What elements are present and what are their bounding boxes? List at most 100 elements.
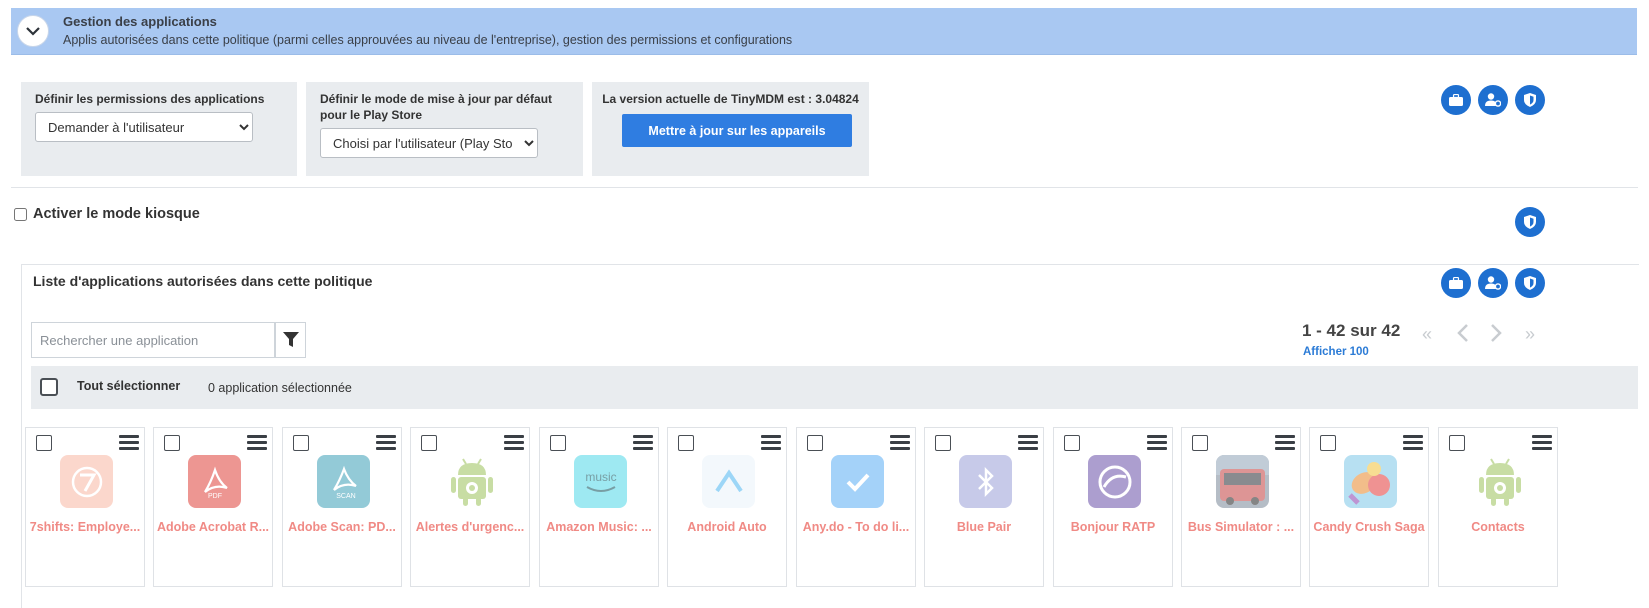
selected-count: 0 application sélectionnée — [208, 381, 352, 395]
hamburger-menu-icon[interactable] — [1147, 435, 1167, 451]
app-name: Candy Crush Saga — [1313, 520, 1425, 534]
kiosk-mode-checkbox[interactable] — [14, 207, 27, 221]
app-name: Android Auto — [687, 520, 767, 534]
collapse-button[interactable] — [17, 15, 49, 47]
app-card-bus-simulator[interactable]: Bus Simulator : ... — [1181, 427, 1301, 587]
app-card-android-auto[interactable]: Android Auto — [667, 427, 787, 587]
hamburger-menu-icon[interactable] — [504, 435, 524, 451]
app-card-adobe-acrobat[interactable]: PDF Adobe Acrobat R... — [153, 427, 273, 587]
app-name: Bus Simulator : ... — [1187, 520, 1295, 534]
anydo-icon — [831, 455, 884, 508]
show-100-link[interactable]: Afficher 100 — [1303, 346, 1369, 358]
app-checkbox[interactable] — [935, 435, 951, 451]
chevron-down-icon — [26, 26, 40, 36]
hamburger-menu-icon[interactable] — [1275, 435, 1295, 451]
app-checkbox[interactable] — [1064, 435, 1080, 451]
hamburger-menu-icon[interactable] — [761, 435, 781, 451]
user-cog-icon — [1485, 276, 1501, 290]
app-name: Contacts — [1471, 520, 1525, 534]
app-card-candy-crush[interactable]: Candy Crush Saga — [1309, 427, 1429, 587]
hamburger-menu-icon[interactable] — [890, 435, 910, 451]
app-name: Bonjour RATP — [1070, 520, 1156, 534]
pagination-range: 1 - 42 sur 42 — [1302, 321, 1401, 340]
first-page-icon[interactable]: « — [1422, 324, 1432, 345]
app-card-alertes[interactable]: Alertes d'urgenc... — [410, 427, 530, 587]
hamburger-menu-icon[interactable] — [247, 435, 267, 451]
app-name: Adobe Acrobat R... — [156, 520, 270, 534]
briefcase-icon — [1449, 94, 1463, 106]
hamburger-menu-icon[interactable] — [633, 435, 653, 451]
app-card-bonjour-ratp[interactable]: Bonjour RATP — [1053, 427, 1173, 587]
svg-text:music: music — [585, 470, 616, 484]
hamburger-menu-icon[interactable] — [376, 435, 396, 451]
selection-bar: Tout sélectionner 0 application sélectio… — [31, 366, 1638, 409]
app-checkbox[interactable] — [807, 435, 823, 451]
hamburger-menu-icon[interactable] — [119, 435, 139, 451]
android-icon — [1473, 455, 1526, 508]
amazon-music-icon: music — [574, 455, 627, 508]
briefcase-icon — [1449, 277, 1463, 289]
prev-page-icon[interactable] — [1457, 324, 1469, 347]
section-title: Gestion des applications — [63, 14, 217, 29]
app-checkbox[interactable] — [678, 435, 694, 451]
android-icon — [445, 455, 498, 508]
kiosk-mode-label: Activer le mode kiosque — [33, 206, 200, 222]
kiosk-security-button[interactable] — [1515, 207, 1545, 237]
app-card-blue-pair[interactable]: Blue Pair — [924, 427, 1044, 587]
app-checkbox[interactable] — [1320, 435, 1336, 451]
hamburger-menu-icon[interactable] — [1403, 435, 1423, 451]
svg-text:PDF: PDF — [208, 493, 222, 500]
app-card-contacts[interactable]: Contacts — [1438, 427, 1558, 587]
list-security-button[interactable] — [1515, 268, 1545, 298]
app-name: Alertes d'urgenc... — [415, 520, 525, 534]
next-page-icon[interactable] — [1490, 324, 1502, 347]
update-devices-button[interactable]: Mettre à jour sur les appareils — [622, 114, 852, 147]
shield-icon — [1524, 93, 1536, 107]
last-page-icon[interactable]: » — [1525, 324, 1535, 345]
bus-simulator-icon — [1216, 455, 1269, 508]
list-work-profile-button[interactable] — [1441, 268, 1471, 298]
work-profile-button[interactable] — [1441, 85, 1471, 115]
kiosk-mode-toggle[interactable]: Activer le mode kiosque — [14, 206, 200, 222]
candy-crush-icon — [1344, 455, 1397, 508]
bluetooth-icon — [959, 455, 1012, 508]
ratp-icon — [1088, 455, 1141, 508]
shield-icon — [1524, 276, 1536, 290]
app-card-adobe-scan[interactable]: SCAN Adobe Scan: PD... — [282, 427, 402, 587]
hamburger-menu-icon[interactable] — [1018, 435, 1038, 451]
hamburger-menu-icon[interactable] — [1532, 435, 1552, 451]
search-input[interactable] — [31, 322, 275, 358]
app-card-amazon-music[interactable]: music Amazon Music: ... — [539, 427, 659, 587]
app-card-anydo[interactable]: Any.do - To do li... — [796, 427, 916, 587]
section-header: Gestion des applications Applis autorisé… — [11, 8, 1637, 55]
security-button[interactable] — [1515, 85, 1545, 115]
app-checkbox[interactable] — [293, 435, 309, 451]
app-name: Blue Pair — [956, 520, 1012, 534]
app-checkbox[interactable] — [421, 435, 437, 451]
app-checkbox[interactable] — [1449, 435, 1465, 451]
app-name: Any.do - To do li... — [802, 520, 910, 534]
version-panel: La version actuelle de TinyMDM est : 3.0… — [592, 82, 869, 176]
update-mode-select[interactable]: Choisi par l'utilisateur (Play Store) — [320, 128, 538, 158]
app-checkbox[interactable] — [1192, 435, 1208, 451]
app-checkbox[interactable] — [36, 435, 52, 451]
adobe-scan-icon: SCAN — [317, 455, 370, 508]
section-subtitle: Applis autorisées dans cette politique (… — [63, 33, 793, 47]
user-cog-icon — [1485, 93, 1501, 107]
app-checkbox[interactable] — [164, 435, 180, 451]
divider — [11, 187, 1638, 188]
list-user-settings-button[interactable] — [1478, 268, 1508, 298]
7shifts-icon — [60, 455, 113, 508]
select-all-checkbox[interactable] — [40, 378, 58, 396]
app-checkbox[interactable] — [550, 435, 566, 451]
app-name: Amazon Music: ... — [546, 520, 652, 534]
filter-icon — [282, 332, 299, 347]
filter-button[interactable] — [275, 322, 306, 358]
app-list-title: Liste d'applications autorisées dans cet… — [33, 273, 373, 289]
permissions-select[interactable]: Demander à l'utilisateur — [35, 112, 253, 142]
adobe-acrobat-icon: PDF — [188, 455, 241, 508]
app-card-7shifts[interactable]: 7shifts: Employe... — [25, 427, 145, 587]
update-mode-label: Définir le mode de mise à jour par défau… — [320, 92, 553, 122]
user-settings-button[interactable] — [1478, 85, 1508, 115]
version-label: La version actuelle de TinyMDM est : 3.0… — [602, 92, 859, 106]
